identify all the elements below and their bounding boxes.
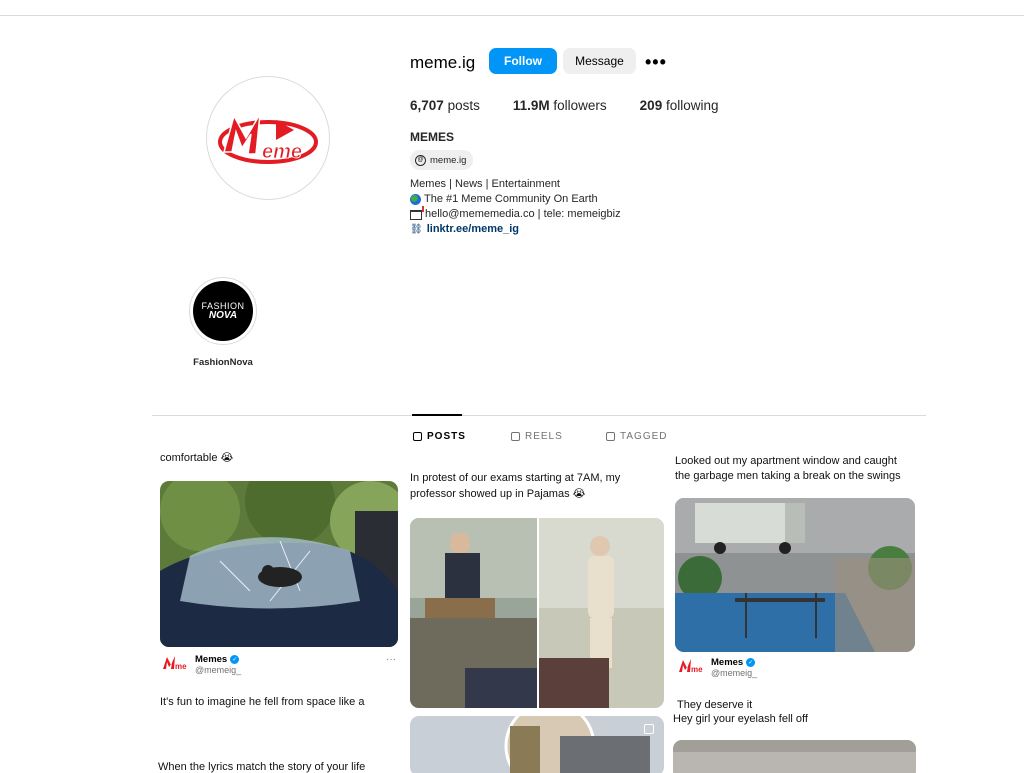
profile-stats: 6,707 posts 11.9M followers 209 followin… (410, 98, 752, 113)
meme-logo-icon: eme (218, 113, 318, 164)
bio-line: Memes | News | Entertainment (410, 177, 621, 192)
author-name-text: Memes (195, 654, 228, 665)
followers-count[interactable]: 11.9M followers (513, 98, 607, 113)
post-photo-pavement (673, 740, 916, 773)
bio-line-1: Memes | News | Entertainment (410, 178, 560, 190)
post-image-next[interactable] (673, 740, 916, 773)
message-button[interactable]: Message (563, 48, 636, 74)
post-image-car[interactable] (160, 481, 398, 647)
bio-link[interactable]: linktr.ee/meme_ig (427, 222, 519, 237)
post-caption: It's fun to imagine he fell from space l… (160, 696, 365, 708)
svg-text:eme: eme (262, 141, 302, 163)
post-more-icon[interactable]: ··· (386, 654, 396, 665)
following-count-label: following (665, 98, 719, 113)
author-name: Memes ✓ (711, 657, 757, 668)
post-photo-next (410, 716, 664, 773)
bio-line: The #1 Meme Community On Earth (410, 192, 621, 207)
top-divider (0, 15, 1024, 16)
bio-link-row[interactable]: ⛓ linktr.ee/meme_ig (410, 222, 621, 237)
highlight-logo-line-2: NOVA (208, 310, 238, 321)
bio-line: hello@mememedia.co | tele: memeigbiz (410, 205, 621, 222)
profile-avatar[interactable]: eme (206, 76, 330, 200)
post-author[interactable]: me Memes ✓ @memeig_ (162, 654, 241, 675)
tagged-icon (606, 432, 615, 441)
post-caption-line: In protest of our exams starting at 7AM,… (410, 472, 621, 484)
profile-full-name: MEMES (410, 130, 455, 144)
post-photo-cat-on-car (160, 481, 398, 647)
globe-icon (410, 194, 421, 205)
tab-posts-label: POSTS (427, 431, 466, 442)
followers-count-label: followers (553, 98, 607, 113)
following-count[interactable]: 209 following (640, 98, 719, 113)
post-image-next[interactable] (410, 716, 664, 773)
post-image-professor[interactable] (410, 518, 664, 708)
post-caption: When the lyrics match the story of your … (158, 761, 366, 773)
author-name-text: Memes (711, 657, 744, 668)
grid-icon (413, 432, 422, 441)
profile-username: meme.ig (410, 53, 476, 72)
post-caption-line: the garbage men taking a break on the sw… (675, 470, 901, 482)
bio-line-3: hello@mememedia.co | tele: memeigbiz (425, 208, 621, 220)
verified-icon: ✓ (746, 658, 756, 667)
threads-icon: @ (415, 154, 426, 166)
post-author[interactable]: me Memes ✓ @memeig_ (678, 657, 757, 678)
post-image-garbage-truck[interactable] (675, 498, 915, 652)
author-handle: @memeig_ (711, 668, 758, 678)
verified-icon: ✓ (230, 655, 240, 664)
posts-grid: comfortable 😭 me Memes ✓ @memeig_ ··· It'… (0, 448, 1024, 773)
tab-reels-label: REELS (525, 431, 563, 442)
bio-line-2: The #1 Meme Community On Earth (424, 193, 598, 205)
tab-posts[interactable]: POSTS (413, 431, 466, 442)
fashion-nova-logo-icon: FASHION NOVA (193, 281, 253, 341)
tabs-divider (152, 415, 926, 416)
tab-tagged[interactable]: TAGGED (606, 431, 667, 442)
story-highlight[interactable]: FASHION NOVA (189, 277, 257, 345)
author-name: Memes ✓ (195, 654, 241, 665)
tab-tagged-label: TAGGED (620, 431, 668, 442)
post-caption-line: Looked out my apartment window and caugh… (675, 455, 897, 467)
meme-logo-icon: me (163, 656, 187, 671)
posts-count-value: 6,707 (410, 98, 444, 113)
svg-text:me: me (175, 662, 187, 671)
following-count-value: 209 (639, 98, 663, 113)
story-highlight-label: FashionNova (193, 357, 253, 368)
reels-icon (511, 432, 520, 441)
profile-bio: Memes | News | Entertainment The #1 Meme… (410, 177, 621, 237)
mailbox-icon (410, 205, 424, 220)
active-tab-indicator (412, 414, 462, 416)
threads-badge[interactable]: @ meme.ig (410, 150, 474, 170)
tab-reels[interactable]: REELS (511, 431, 563, 442)
post-photo-garbage-men-swings (675, 498, 915, 652)
post-caption: comfortable 😭 (160, 452, 234, 464)
author-handle: @memeig_ (195, 665, 242, 675)
follow-button[interactable]: Follow (489, 48, 557, 74)
meme-logo-icon: me (679, 659, 703, 674)
multiple-posts-icon (644, 724, 654, 734)
link-icon: ⛓ (410, 224, 423, 235)
posts-count: 6,707 posts (410, 98, 480, 113)
threads-handle: meme.ig (430, 154, 467, 166)
posts-count-label: posts (447, 98, 480, 113)
post-caption-line: professor showed up in Pajamas 😭 (410, 488, 586, 500)
followers-count-value: 11.9M (512, 98, 550, 113)
more-options-icon[interactable]: ••• (645, 52, 667, 73)
svg-text:me: me (691, 665, 703, 674)
post-photo-professor-pajamas (410, 518, 664, 708)
post-caption: Hey girl your eyelash fell off (673, 713, 808, 725)
